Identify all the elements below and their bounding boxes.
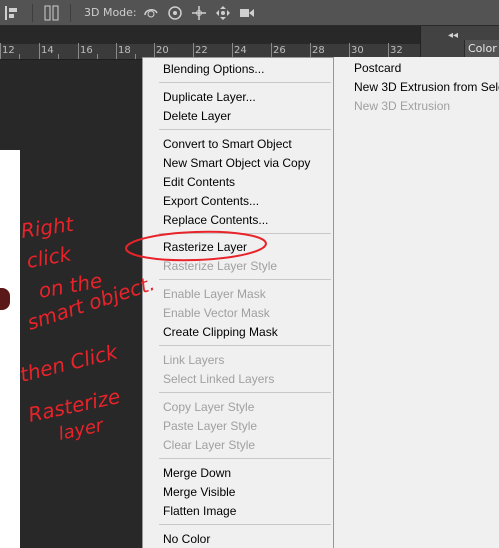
ruler-number: 18 <box>118 45 131 56</box>
menu-item-merge-down[interactable]: Merge Down <box>143 464 333 483</box>
menu-item-new-3d-extrusion-from-selection[interactable]: New 3D Extrusion from Sele <box>354 78 499 97</box>
menu-item-paste-layer-style: Paste Layer Style <box>163 419 258 433</box>
ruler-tick <box>19 54 20 59</box>
menu-item-enable-vector-mask: Enable Vector Mask <box>163 306 270 320</box>
menu-item-clear-layer-style: Clear Layer Style <box>163 438 256 452</box>
menu-item-new-smart-object-via-copy[interactable]: New Smart Object via Copy <box>143 154 333 173</box>
roll-3d-icon[interactable] <box>166 4 184 22</box>
annotation-line: click <box>25 241 75 273</box>
menu-separator <box>159 82 331 83</box>
document-canvas[interactable] <box>0 150 20 548</box>
collapse-panels-icon[interactable]: ◂◂ <box>448 30 458 41</box>
tab-color[interactable]: Color <box>464 40 499 58</box>
ruler-tick <box>39 43 40 59</box>
menu-item-rasterize-layer[interactable]: Rasterize Layer <box>143 238 333 257</box>
annotation-line: Right <box>19 212 76 243</box>
annotation-line: smart object. <box>24 271 158 335</box>
menu-separator <box>159 129 331 130</box>
annotation-line: then Click <box>17 339 121 387</box>
ruler-number: 28 <box>312 45 325 56</box>
ruler-tick <box>135 54 136 59</box>
scale-3d-icon[interactable] <box>238 4 256 22</box>
slide-3d-icon[interactable] <box>214 4 232 22</box>
ruler-number: 30 <box>351 45 364 56</box>
pan-3d-icon[interactable] <box>190 4 208 22</box>
menu-item-link-layers: Link Layers <box>163 353 225 367</box>
menu-item-no-color[interactable]: No Color <box>143 530 333 548</box>
menu-separator <box>159 233 331 234</box>
3d-submenu: Postcard New 3D Extrusion from Sele New … <box>334 57 499 548</box>
menu-separator <box>159 524 331 525</box>
ruler-number: 24 <box>234 45 247 56</box>
menu-item-export-contents[interactable]: Export Contents... <box>143 192 333 211</box>
menu-item-duplicate-layer[interactable]: Duplicate Layer... <box>143 88 333 107</box>
ruler-number: 22 <box>195 45 208 56</box>
menu-item-replace-contents[interactable]: Replace Contents... <box>143 211 333 230</box>
annotation-line: layer <box>57 415 107 445</box>
layer-context-menu: Blending Options... Duplicate Layer... D… <box>142 57 334 548</box>
options-bar: 3D Mode: <box>0 0 499 26</box>
menu-item-enable-layer-mask: Enable Layer Mask <box>163 287 266 301</box>
menu-item-new-3d-extrusion: New 3D Extrusion <box>354 99 451 113</box>
menu-item-delete-layer[interactable]: Delete Layer <box>143 107 333 126</box>
ruler-tick <box>97 54 98 59</box>
menu-separator <box>159 345 331 346</box>
menu-item-edit-contents[interactable]: Edit Contents <box>143 173 333 192</box>
ruler-tick <box>58 54 59 59</box>
toolbar-separator <box>32 4 33 22</box>
menu-item-create-clipping-mask[interactable]: Create Clipping Mask <box>143 323 333 342</box>
menu-separator <box>159 279 331 280</box>
ruler-tick <box>78 43 79 59</box>
menu-separator <box>159 458 331 459</box>
ruler-number: 16 <box>80 45 93 56</box>
ruler-number: 26 <box>273 45 286 56</box>
ruler-number: 32 <box>390 45 403 56</box>
toolbar-separator <box>70 4 71 22</box>
menu-item-postcard[interactable]: Postcard <box>354 59 401 78</box>
ruler-number: 12 <box>2 45 15 56</box>
distribute-icon[interactable] <box>43 4 61 22</box>
align-icon[interactable] <box>2 4 20 22</box>
3d-mode-label: 3D Mode: <box>84 6 137 19</box>
menu-item-convert-to-smart-object[interactable]: Convert to Smart Object <box>143 135 333 154</box>
ruler-number: 20 <box>156 45 169 56</box>
rotate-3d-icon[interactable] <box>142 4 160 22</box>
menu-item-flatten-image[interactable]: Flatten Image <box>143 502 333 521</box>
menu-separator <box>159 392 331 393</box>
annotation-line: Rasterize <box>26 384 122 427</box>
menu-item-copy-layer-style: Copy Layer Style <box>163 400 255 414</box>
menu-item-rasterize-layer-style: Rasterize Layer Style <box>163 259 278 273</box>
ruler-tick <box>116 43 117 59</box>
ruler-tick <box>0 43 1 59</box>
menu-item-blending-options[interactable]: Blending Options... <box>143 60 333 79</box>
menu-item-merge-visible[interactable]: Merge Visible <box>143 483 333 502</box>
ruler-number: 14 <box>41 45 54 56</box>
menu-item-select-linked-layers: Select Linked Layers <box>163 372 275 386</box>
annotation-line: on the <box>37 268 104 303</box>
